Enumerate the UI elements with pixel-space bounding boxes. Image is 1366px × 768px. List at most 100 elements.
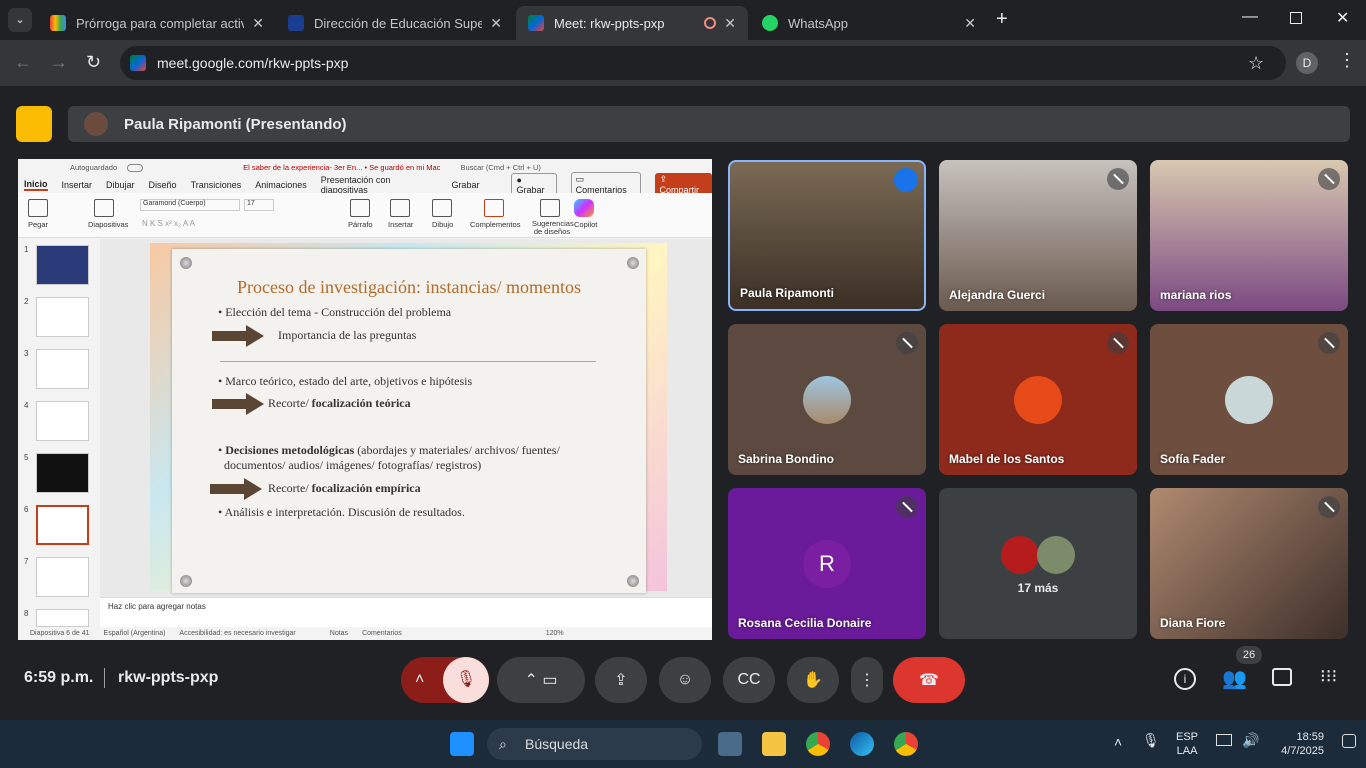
tab-transiciones[interactable]: Transiciones [191,180,242,190]
windows-start-icon[interactable] [450,732,474,756]
accessibility[interactable]: Accesibilidad: es necesario investigar [179,630,295,637]
thumb-number: 3 [24,349,29,358]
zoom-level[interactable]: 120% [546,630,564,637]
participant-tile[interactable]: Mabel de los Santos [939,324,1137,475]
mic-tray-icon[interactable]: 🎙 [1142,732,1160,749]
clock-time: 18:59 [1296,731,1324,743]
presentation-bar: Paula Ripamonti (Presentando) [68,106,1350,142]
back-icon[interactable]: ← [14,52,32,73]
taskbar-search[interactable]: ⌕ Búsqueda [487,728,702,760]
tab-meet[interactable]: Meet: rkw-ppts-pxp ✕ [516,6,748,40]
participant-tile[interactable]: Alejandra Guerci [939,160,1137,311]
video-button[interactable]: ⌃ ▭ [497,657,585,703]
calculator-icon[interactable] [718,732,742,756]
profile-avatar[interactable]: D [1296,52,1318,74]
maximize-button[interactable] [1290,12,1302,24]
text-format-icons[interactable]: N K S x² x₂ A A [142,219,195,228]
tab-insertar[interactable]: Insertar [62,180,93,190]
draw-icon[interactable] [432,199,452,217]
copilot-icon[interactable] [574,199,594,217]
tab-dibujar[interactable]: Dibujar [106,180,135,190]
chrome-profile-icon[interactable] [894,732,918,756]
paragraph-icon[interactable] [350,199,370,217]
addins-icon[interactable] [484,199,504,217]
autosave-toggle[interactable] [127,163,144,172]
close-window-button[interactable]: ✕ [1336,8,1349,28]
phone-hangup-icon: ☎ [919,672,939,689]
bookmark-star-icon[interactable]: ☆ [1248,46,1264,80]
more-participants-tile[interactable]: 17 más [939,488,1137,639]
bullet-text: (abordajes y materiales/ archivos/ fuent… [357,443,560,457]
insert-icon[interactable] [390,199,410,217]
notes-pane[interactable]: Haz clic para agregar notas [100,597,712,627]
browser-menu-icon[interactable]: ⋮ [1338,50,1356,71]
comments-toggle[interactable]: Comentarios [362,630,402,637]
notes-toggle[interactable]: Notas [330,630,348,637]
input-language[interactable]: ESP LAA [1176,730,1198,758]
site-info-icon[interactable] [130,55,146,71]
file-explorer-icon[interactable] [762,732,786,756]
audio-options-button[interactable]: ˄ 🎙 [401,657,489,703]
slide-thumbnail[interactable] [36,453,89,493]
slide-paper: Proceso de investigación: instancias/ mo… [172,249,646,593]
raise-hand-button[interactable]: ✋ [787,657,839,703]
slides-icon[interactable] [94,199,114,217]
volume-icon[interactable]: 🔊 [1242,732,1259,749]
activities-icon[interactable]: ⁝⁝⁝ [1320,666,1337,687]
participant-tile[interactable]: Sofía Fader [1150,324,1348,475]
participant-tile[interactable]: Sabrina Bondino [728,324,926,475]
close-icon[interactable]: ✕ [964,15,976,32]
chrome-icon[interactable] [806,732,830,756]
people-icon[interactable]: 👥 [1222,666,1247,691]
forward-icon[interactable]: → [50,52,68,73]
reload-icon[interactable]: ↻ [86,52,101,73]
minimize-button[interactable]: — [1242,8,1258,26]
font-family-select[interactable]: Garamond (Cuerpo) [140,199,240,211]
tab-educacion[interactable]: Dirección de Educación Superio ✕ [276,6,514,40]
tab-gmail[interactable]: Prórroga para completar activid ✕ [38,6,276,40]
tab-search-button[interactable]: ⌄ [8,8,32,32]
slide[interactable]: Proceso de investigación: instancias/ mo… [150,243,667,593]
font-size-select[interactable]: 17 [244,199,274,211]
slide-thumbnail-selected[interactable] [36,505,89,545]
notifications-icon[interactable] [1342,734,1356,748]
tab-whatsapp[interactable]: WhatsApp ✕ [750,6,988,40]
tab-inicio[interactable]: Inicio [24,179,48,191]
pin-icon [180,257,192,269]
slide-thumbnail[interactable] [36,245,89,285]
tab-diseno[interactable]: Diseño [149,180,177,190]
participant-tile[interactable]: mariana rios [1150,160,1348,311]
clock[interactable]: 18:59 4/7/2025 [1272,730,1324,758]
participant-tile[interactable]: Paula Ripamonti [728,160,926,311]
slide-thumbnail[interactable] [36,349,89,389]
close-icon[interactable]: ✕ [724,15,736,32]
participant-tile[interactable]: R Rosana Cecilia Donaire [728,488,926,639]
close-icon[interactable]: ✕ [490,15,502,32]
designer-icon[interactable] [540,199,560,217]
new-tab-button[interactable]: + [996,8,1008,31]
url-field[interactable]: meet.google.com/rkw-ppts-pxp ☆ [120,46,1286,80]
close-icon[interactable]: ✕ [252,15,264,32]
captions-button[interactable]: CC [723,657,775,703]
paste-icon[interactable] [28,199,48,217]
present-button[interactable]: ⇪ [595,657,647,703]
slide-thumbnail[interactable] [36,609,89,627]
slide-thumbnail[interactable] [36,557,89,597]
slide-thumbnail[interactable] [36,297,89,337]
reactions-button[interactable]: ☺ [659,657,711,703]
bullet-text: Elección del tema - Construcción del pro… [225,305,452,319]
participant-tile[interactable]: Diana Fiore [1150,488,1348,639]
slide-thumbnail[interactable] [36,401,89,441]
chat-icon[interactable] [1272,668,1292,686]
network-icon[interactable] [1216,734,1232,746]
tray-chevron-icon[interactable]: ˄ [1114,734,1122,750]
stop-presenting-icon[interactable] [16,106,52,142]
leave-call-button[interactable]: ☎ [893,657,965,703]
tab-animaciones[interactable]: Animaciones [255,180,307,190]
info-icon[interactable]: i [1174,668,1196,690]
edge-icon[interactable] [850,732,874,756]
ppt-search[interactable]: Buscar (Cmd + Ctrl + U) [460,163,540,172]
more-options-button[interactable]: ⋮ [851,657,883,703]
tab-grabar[interactable]: Grabar [451,180,479,190]
tab-presentacion[interactable]: Presentación con diapositivas [321,175,438,195]
